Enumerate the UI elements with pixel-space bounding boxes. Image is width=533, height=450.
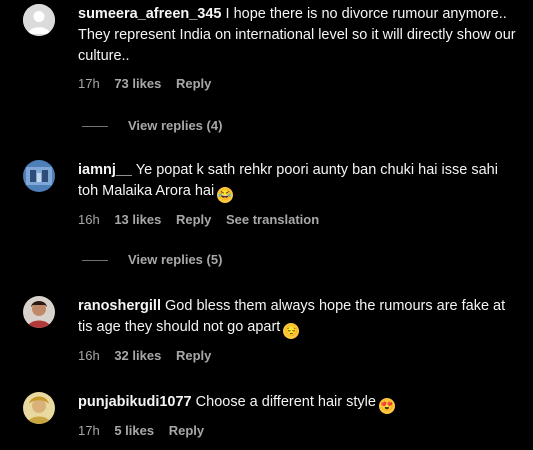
comment-username[interactable]: sumeera_afreen_345 [78,6,222,22]
reply-button[interactable]: Reply [169,423,204,438]
avatar[interactable] [23,392,55,424]
comment-time: 17h [78,423,100,438]
likes-count[interactable]: 5 likes [114,423,154,438]
comment-meta: 16h 32 likes Reply [78,348,518,363]
view-replies-button[interactable]: View replies (5) [82,252,222,267]
likes-count[interactable]: 13 likes [114,212,161,227]
likes-count[interactable]: 32 likes [114,348,161,363]
comment-username[interactable]: punjabikudi1077 [78,394,192,410]
view-replies-label[interactable]: View replies (5) [128,252,222,267]
comment-time: 16h [78,212,100,227]
avatar-default[interactable] [23,4,55,36]
comment-time: 16h [78,348,100,363]
user-photo-icon [23,160,55,192]
comment-username[interactable]: iamnj__ [78,162,132,178]
comment-text: ranoshergill God bless them always hope … [78,296,518,339]
see-translation-button[interactable]: See translation [226,212,319,227]
divider-line [82,126,108,128]
comment-body: Ye popat k sath rehkr poori aunty ban ch… [78,162,498,199]
comment-text: punjabikudi1077 Choose a different hair … [78,392,518,414]
comment-text: sumeera_afreen_345 I hope there is no di… [78,4,518,67]
comment-meta: 17h 5 likes Reply [78,423,518,438]
comment-meta: 16h 13 likes Reply See translation [78,212,518,227]
default-user-icon [23,4,55,36]
reply-button[interactable]: Reply [176,348,211,363]
avatar[interactable] [23,160,55,192]
comment-meta: 17h 73 likes Reply [78,76,518,91]
likes-count[interactable]: 73 likes [114,76,161,91]
avatar[interactable] [23,296,55,328]
laughing-emoji-icon: 😂 [217,187,234,203]
view-replies-label[interactable]: View replies (4) [128,118,222,133]
heart-eyes-emoji-icon: 😍 [378,398,395,414]
user-photo-icon [23,296,55,328]
pensive-emoji-icon: 😔 [283,323,300,339]
view-replies-button[interactable]: View replies (4) [82,118,222,133]
reply-button[interactable]: Reply [176,212,211,227]
divider-line [82,260,108,262]
comment-time: 17h [78,76,100,91]
comment-body: Choose a different hair style [191,394,376,410]
comment-username[interactable]: ranoshergill [78,298,161,314]
reply-button[interactable]: Reply [176,76,211,91]
comment-text: iamnj__ Ye popat k sath rehkr poori aunt… [78,160,518,203]
user-photo-icon [23,392,55,424]
